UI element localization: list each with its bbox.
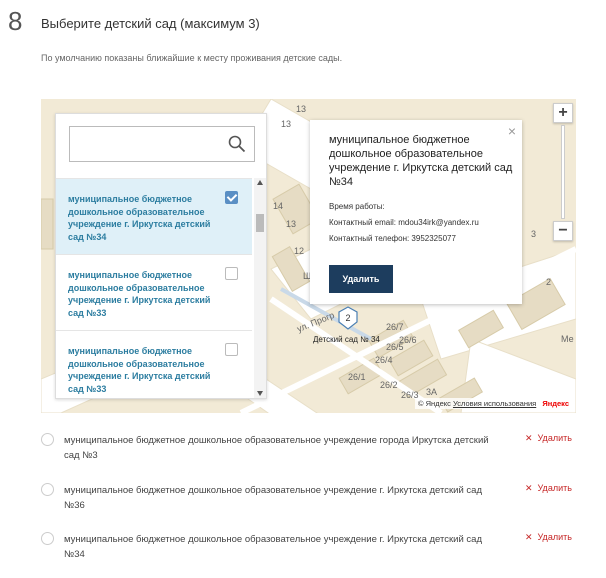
results-list: муниципальное бюджетное дошкольное образ…	[56, 178, 264, 398]
selected-radio[interactable]	[41, 483, 54, 496]
close-icon: ✕	[525, 532, 533, 542]
map-copyright: © Яндекс	[418, 399, 451, 408]
map-label: 26/4	[375, 355, 393, 365]
selected-text: муниципальное бюджетное дошкольное образ…	[64, 485, 483, 511]
results-scrollbar[interactable]	[254, 178, 266, 398]
map-label: 26/7	[386, 322, 404, 332]
search-box	[69, 126, 255, 162]
map[interactable]: 13 14 12 13 3 2 13 26/7 26/6 26/5 26/4 2…	[41, 99, 576, 413]
balloon-phone: Контактный телефон: 3952325077	[329, 234, 456, 243]
selected-radio[interactable]	[41, 433, 54, 446]
list-item[interactable]: муниципальное бюджетное дошкольное образ…	[56, 254, 252, 330]
step-number: 8	[8, 6, 23, 36]
selected-text: муниципальное бюджетное дошкольное образ…	[64, 534, 483, 560]
scroll-up-icon[interactable]	[257, 180, 263, 185]
balloon-hours: Время работы:	[329, 202, 385, 211]
kindergarten-list-panel: муниципальное бюджетное дошкольное образ…	[55, 113, 267, 399]
terms-link[interactable]: Условия использования	[453, 399, 536, 408]
remove-label: Удалить	[537, 433, 572, 443]
list-item[interactable]: муниципальное бюджетное дошкольное образ…	[56, 178, 252, 254]
map-label: 13	[281, 119, 292, 129]
selected-text: муниципальное бюджетное дошкольное образ…	[64, 435, 489, 461]
zoom-out-button[interactable]: −	[553, 221, 573, 241]
map-label: 13	[296, 104, 307, 114]
remove-label: Удалить	[537, 532, 572, 542]
map-label: Ме	[561, 334, 574, 344]
result-label: муниципальное бюджетное дошкольное образ…	[68, 194, 211, 242]
hint-text: По умолчанию показаны ближайшие к месту …	[41, 53, 343, 63]
selected-item[interactable]: муниципальное бюджетное дошкольное образ…	[41, 532, 581, 572]
zoom-slider[interactable]	[561, 125, 565, 219]
info-balloon: × муниципальное бюджетное дошкольное обр…	[310, 120, 522, 304]
balloon-title: муниципальное бюджетное дошкольное образ…	[329, 134, 513, 188]
map-label: 3	[531, 229, 537, 239]
search-icon[interactable]	[228, 135, 246, 153]
zoom-in-button[interactable]: +	[553, 103, 573, 123]
marker-number: 2	[345, 313, 350, 323]
result-label: муниципальное бюджетное дошкольное образ…	[68, 346, 211, 394]
map-label: 13	[286, 219, 297, 229]
map-marker-icon[interactable]: 2	[338, 306, 358, 330]
remove-label: Удалить	[537, 483, 572, 493]
yandex-logo: Яндекс	[542, 399, 569, 408]
map-label: 3А	[426, 387, 438, 397]
balloon-email: Контактный email: mdou34irk@yandex.ru	[329, 218, 479, 227]
remove-link[interactable]: ✕ Удалить	[525, 483, 572, 494]
map-label: 2	[546, 277, 552, 287]
selected-item[interactable]: муниципальное бюджетное дошкольное образ…	[41, 483, 581, 523]
search-input[interactable]	[70, 127, 220, 161]
map-label: 12	[294, 246, 305, 256]
close-icon: ✕	[525, 433, 533, 443]
result-checkbox[interactable]	[225, 343, 238, 356]
map-label: 26/2	[380, 380, 398, 390]
map-label: 26/1	[348, 372, 366, 382]
close-icon: ✕	[525, 483, 533, 493]
remove-link[interactable]: ✕ Удалить	[525, 532, 572, 543]
scroll-down-icon[interactable]	[257, 391, 263, 396]
remove-link[interactable]: ✕ Удалить	[525, 433, 572, 444]
marker-label: Детский сад № 34	[313, 335, 380, 344]
selected-item[interactable]: муниципальное бюджетное дошкольное образ…	[41, 433, 581, 473]
map-label: 14	[273, 201, 284, 211]
step-title: Выберите детский сад (максимум 3)	[41, 16, 260, 31]
result-checkbox[interactable]	[225, 267, 238, 280]
map-footer: © Яндекс Условия использования Яндекс	[415, 398, 572, 409]
list-item[interactable]: муниципальное бюджетное дошкольное образ…	[56, 330, 252, 398]
selected-radio[interactable]	[41, 532, 54, 545]
map-label: 26/5	[386, 342, 404, 352]
result-label: муниципальное бюджетное дошкольное образ…	[68, 270, 211, 318]
scroll-thumb[interactable]	[256, 214, 264, 232]
result-checkbox[interactable]	[225, 191, 238, 204]
delete-button[interactable]: Удалить	[329, 265, 393, 293]
